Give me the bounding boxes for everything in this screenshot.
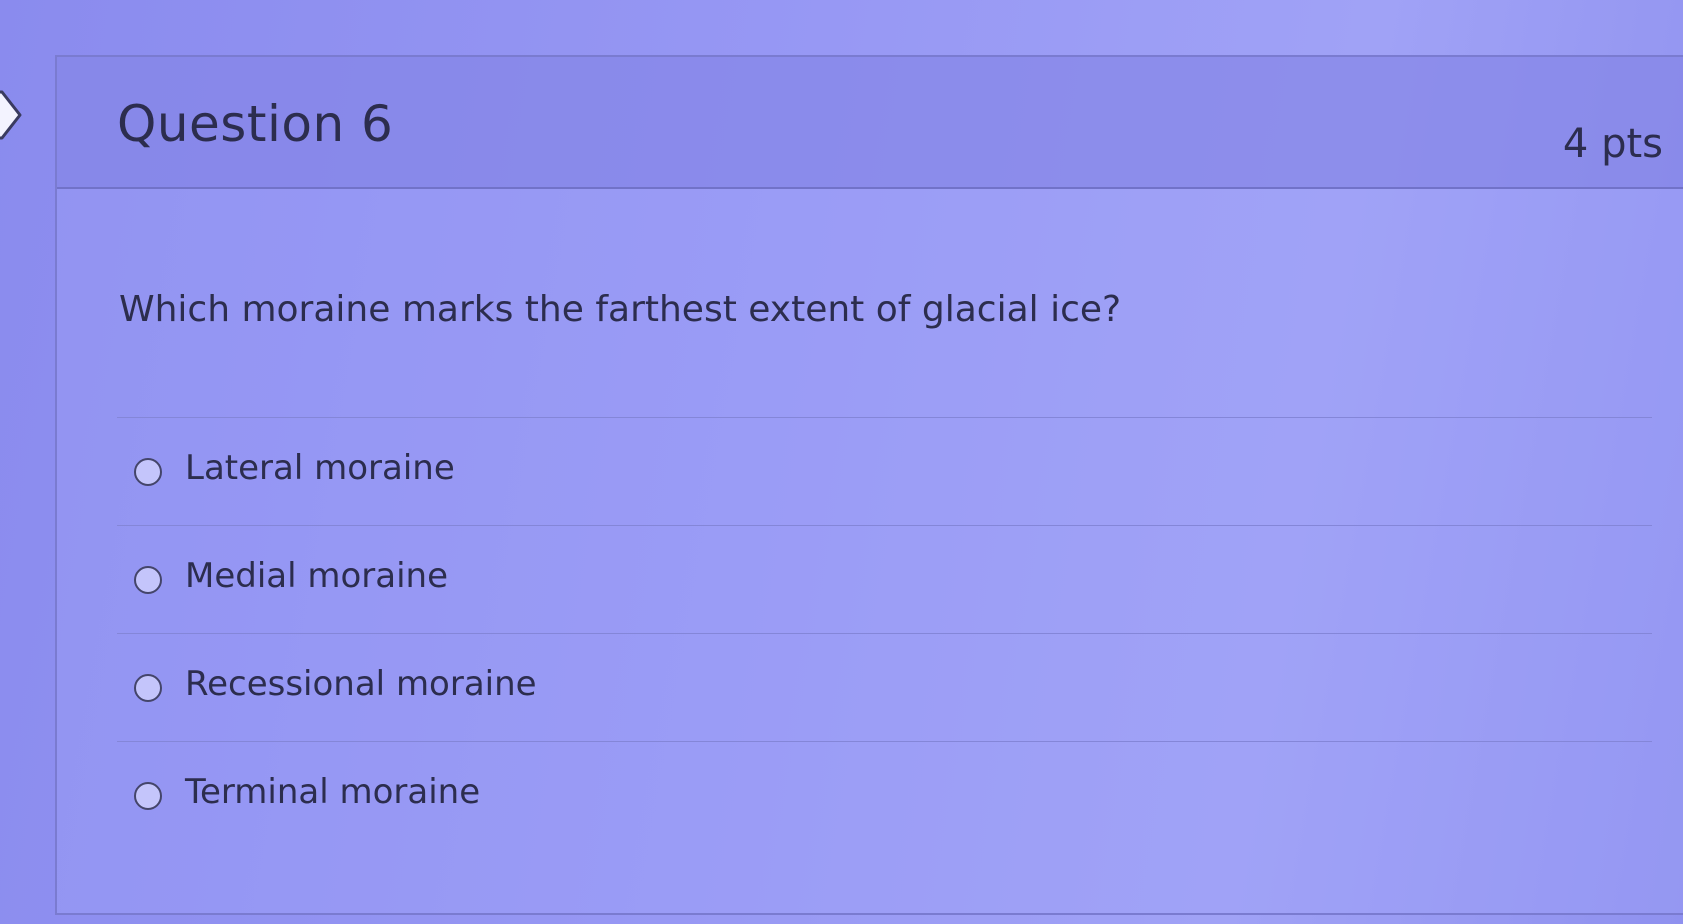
answer-option-terminal[interactable]: Terminal moraine — [117, 741, 1652, 849]
question-header: Question 6 4 pts — [57, 57, 1683, 189]
answer-list: Lateral moraine Medial moraine Recession… — [117, 417, 1652, 849]
answer-label: Recessional moraine — [185, 664, 537, 704]
radio-button[interactable] — [134, 674, 162, 702]
question-points: 4 pts — [1562, 121, 1663, 167]
answer-label: Terminal moraine — [185, 772, 481, 812]
radio-button[interactable] — [134, 782, 162, 810]
answer-label: Lateral moraine — [185, 448, 455, 488]
question-card: Question 6 4 pts Which moraine marks the… — [55, 55, 1683, 915]
answer-label: Medial moraine — [185, 556, 449, 596]
screen: Question 6 4 pts Which moraine marks the… — [0, 0, 1683, 924]
radio-button[interactable] — [134, 566, 162, 594]
answer-option-recessional[interactable]: Recessional moraine — [117, 633, 1652, 741]
question-text: Which moraine marks the farthest extent … — [119, 289, 1122, 330]
chevron-right-icon[interactable] — [0, 88, 24, 142]
answer-option-medial[interactable]: Medial moraine — [117, 525, 1652, 633]
answer-option-lateral[interactable]: Lateral moraine — [117, 417, 1652, 525]
question-title: Question 6 — [117, 95, 394, 153]
radio-button[interactable] — [134, 458, 162, 486]
